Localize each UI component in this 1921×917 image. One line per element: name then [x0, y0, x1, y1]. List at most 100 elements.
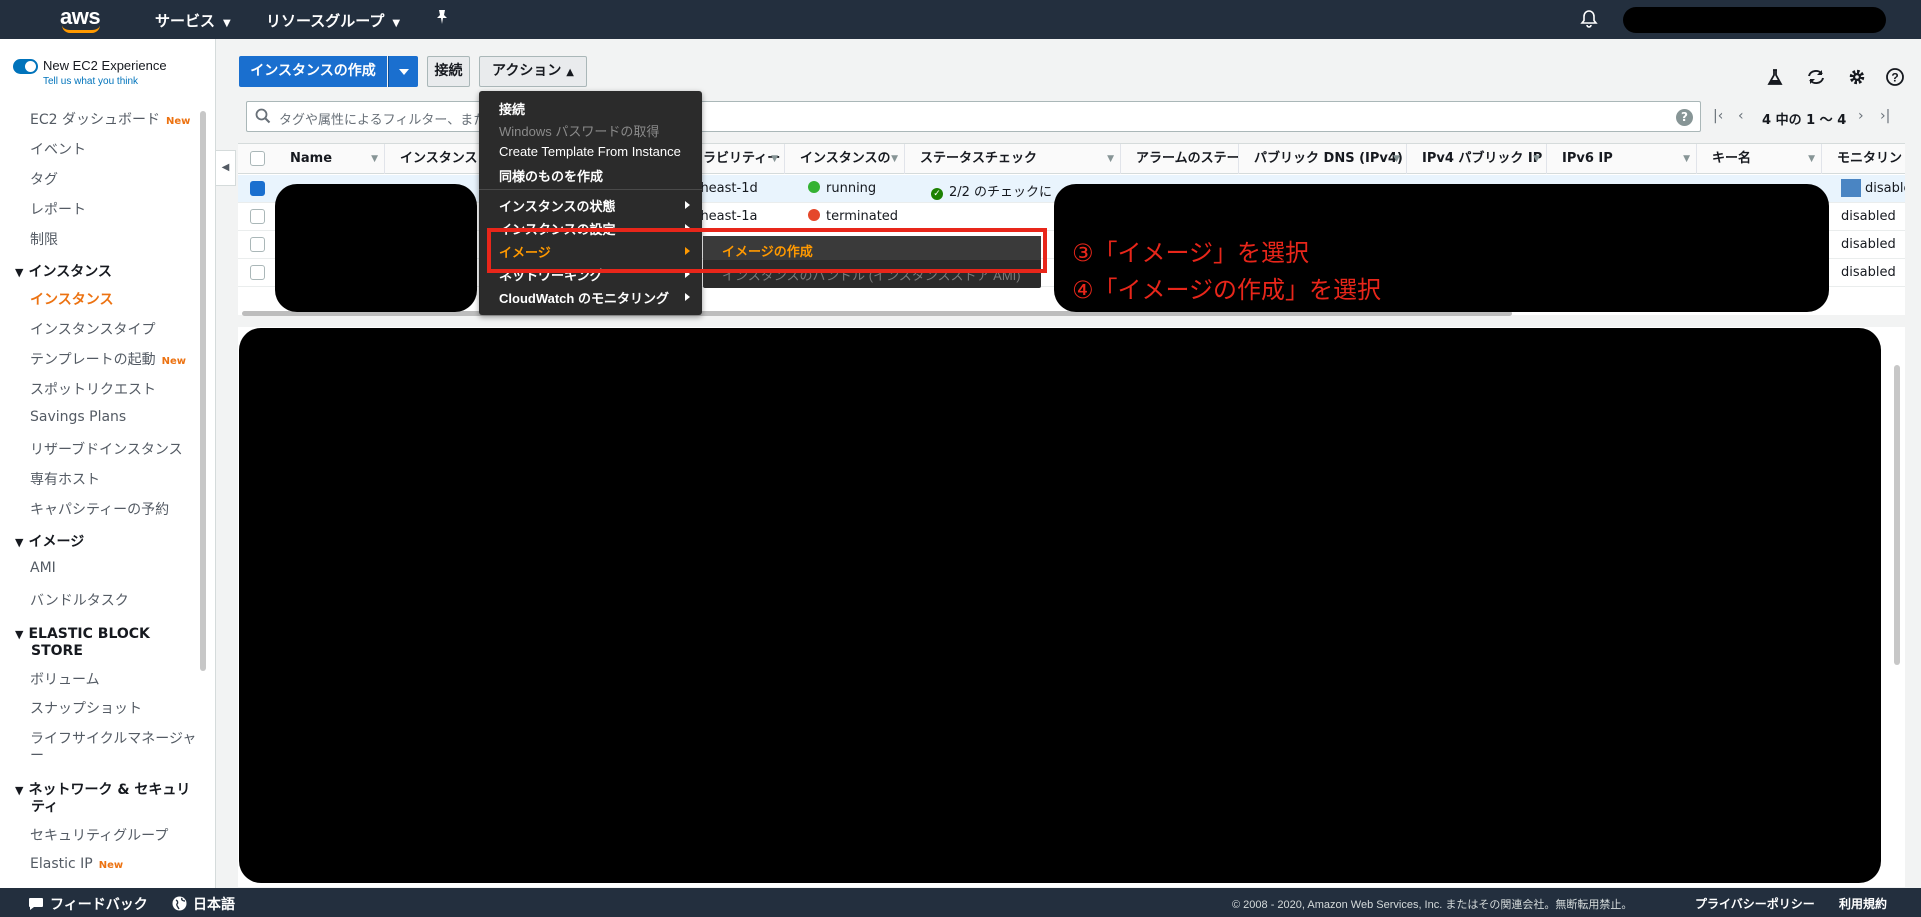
footer: フィードバック 日本語 © 2008 - 2020, Amazon Web Se…	[0, 888, 1921, 917]
sidebar-item-launch-templates[interactable]: テンプレートの起動 New	[30, 349, 186, 369]
sidebar-item-capacity-reservations[interactable]: キャパシティーの予約	[30, 499, 169, 519]
section-label: ネットワーク & セキュリ	[28, 782, 191, 798]
new-badge: New	[98, 860, 124, 871]
instance-state-cell: terminated	[808, 209, 898, 224]
sidebar-item-label: テンプレートの起動	[30, 352, 156, 368]
privacy-policy-link[interactable]: プライバシーポリシー	[1695, 895, 1815, 912]
resource-groups-label: リソースグループ	[266, 12, 385, 30]
column-name[interactable]: Name ▼	[280, 144, 385, 174]
menu-item-connect[interactable]: 接続	[499, 99, 525, 118]
new-experience-label: New EC2 Experience	[43, 58, 167, 73]
actions-button[interactable]: アクション ▲	[479, 56, 587, 87]
column-label: インスタンスの	[800, 151, 891, 166]
sidebar-item-security-groups[interactable]: セキュリティグループ	[30, 825, 168, 845]
account-menu-redacted[interactable]	[1623, 7, 1886, 33]
section-instances[interactable]: ▼ インスタンス	[15, 264, 112, 281]
copyright-text: © 2008 - 2020, Amazon Web Services, Inc.…	[1232, 899, 1633, 911]
sidebar-item-limits[interactable]: 制限	[30, 229, 58, 249]
caret-down-icon: ▼	[15, 266, 24, 279]
sort-icon: ▼	[1533, 154, 1540, 164]
sidebar-item-lifecycle-manager[interactable]: ライフサイクルマネージャ	[30, 728, 196, 748]
redacted-details	[239, 328, 1881, 883]
column-key-name[interactable]: キー名 ▼	[1702, 144, 1822, 174]
feedback-button[interactable]: フィードバック	[28, 894, 148, 914]
sort-icon: ▼	[371, 154, 378, 164]
new-badge: New	[165, 116, 191, 127]
sidebar-item-lifecycle-manager-wrap: ー	[30, 748, 44, 764]
sidebar-item-volumes[interactable]: ボリューム	[30, 669, 100, 689]
sidebar-item-dedicated-hosts[interactable]: 専有ホスト	[30, 469, 100, 489]
next-page-icon[interactable]: ›	[1858, 108, 1864, 124]
sort-icon: ▼	[1107, 154, 1114, 164]
connect-button[interactable]: 接続	[427, 56, 470, 87]
refresh-icon[interactable]	[1806, 68, 1826, 91]
sidebar-scrollbar[interactable]	[200, 111, 206, 671]
prev-page-icon[interactable]: ‹	[1738, 108, 1744, 124]
sidebar-item-events[interactable]: イベント	[30, 139, 86, 159]
sidebar-item-savings-plans[interactable]: Savings Plans	[30, 409, 126, 425]
submenu-arrow-icon	[685, 201, 690, 209]
new-badge: New	[161, 356, 186, 367]
help-icon[interactable]: ?	[1886, 68, 1904, 91]
row-checkbox[interactable]	[250, 265, 265, 280]
services-menu[interactable]: サービス ▼	[155, 10, 231, 31]
section-label: ELASTIC BLOCK	[28, 626, 150, 642]
sidebar-item-ami[interactable]: AMI	[30, 560, 56, 576]
language-selector[interactable]: 日本語	[172, 894, 235, 914]
menu-item-instance-state[interactable]: インスタンスの状態	[499, 196, 615, 215]
sidebar-item-reserved-instances[interactable]: リザーブドインスタンス	[30, 439, 183, 459]
section-images[interactable]: ▼ イメージ	[15, 534, 84, 551]
filter-help-icon[interactable]: ?	[1676, 109, 1693, 126]
row-checkbox[interactable]	[250, 237, 265, 252]
section-label-line2: STORE	[31, 643, 83, 659]
chevron-down-icon: ▼	[392, 18, 401, 29]
menu-separator	[479, 189, 702, 190]
new-experience-toggle[interactable]	[13, 59, 38, 74]
menu-item-create-template[interactable]: Create Template From Instance	[499, 144, 681, 159]
sidebar-item-tags[interactable]: タグ	[30, 169, 58, 189]
filter-search-bar[interactable]: タグや属性によるフィルター、また	[246, 101, 1701, 132]
sidebar-item-instance-types[interactable]: インスタンスタイプ	[30, 319, 155, 339]
bell-icon[interactable]	[1580, 9, 1598, 29]
last-page-icon[interactable]: ›|	[1880, 108, 1890, 124]
sort-icon: ▼	[1683, 154, 1690, 164]
sidebar-item-snapshots[interactable]: スナップショット	[30, 698, 142, 718]
column-alarm-status[interactable]: アラームのステー	[1126, 144, 1239, 174]
row-checkbox[interactable]	[250, 209, 265, 224]
details-scrollbar[interactable]	[1894, 365, 1900, 665]
menu-item-cloudwatch[interactable]: CloudWatch のモニタリング	[499, 288, 669, 307]
section-network-security[interactable]: ▼ ネットワーク & セキュリ ティ	[15, 782, 190, 816]
menu-item-launch-more-like-this[interactable]: 同様のものを作成	[499, 166, 603, 185]
sidebar-item-bundle-tasks[interactable]: バンドルタスク	[30, 590, 129, 610]
flask-icon[interactable]	[1766, 68, 1784, 91]
sidebar-item-elastic-ip[interactable]: Elastic IP New	[30, 856, 123, 872]
pane-splitter[interactable]	[238, 317, 1905, 327]
row-checkbox[interactable]	[250, 181, 265, 196]
select-all-checkbox[interactable]	[250, 151, 265, 166]
resource-groups-menu[interactable]: リソースグループ ▼	[266, 10, 400, 31]
pin-icon[interactable]	[435, 9, 449, 29]
annotation-step-3: ③「イメージ」を選択	[1072, 239, 1310, 267]
sidebar-item-spot-requests[interactable]: スポットリクエスト	[30, 379, 156, 399]
gear-icon[interactable]	[1848, 68, 1866, 91]
collapse-sidebar-button[interactable]: ◀	[216, 150, 236, 186]
sidebar-item-instances[interactable]: インスタンス	[30, 289, 113, 309]
terms-link[interactable]: 利用規約	[1839, 895, 1887, 912]
search-icon	[255, 108, 271, 124]
first-page-icon[interactable]: |‹	[1713, 108, 1723, 124]
column-status-check[interactable]: ステータスチェック ▼	[910, 144, 1121, 174]
feedback-link[interactable]: Tell us what you think	[43, 76, 138, 87]
sidebar-item-dashboard[interactable]: EC2 ダッシュボード New	[30, 109, 190, 129]
column-instance-state[interactable]: インスタンスの ▼	[790, 144, 905, 174]
column-ipv6[interactable]: IPv6 IP ▼	[1552, 144, 1697, 174]
column-label: インスタンス	[400, 151, 478, 166]
launch-instance-dropdown[interactable]	[388, 56, 418, 87]
launch-instance-button[interactable]: インスタンスの作成	[239, 56, 387, 87]
column-public-ip[interactable]: IPv4 パブリック IP ▼	[1412, 144, 1547, 174]
aws-logo[interactable]: aws	[60, 4, 104, 34]
column-public-dns[interactable]: パブリック DNS (IPv4) ▼	[1244, 144, 1407, 174]
section-ebs[interactable]: ▼ ELASTIC BLOCK STORE	[15, 626, 150, 660]
top-nav: aws サービス ▼ リソースグループ ▼	[0, 0, 1921, 39]
sidebar-item-reports[interactable]: レポート	[30, 199, 86, 219]
column-monitoring[interactable]: モニタリン	[1827, 144, 1905, 174]
